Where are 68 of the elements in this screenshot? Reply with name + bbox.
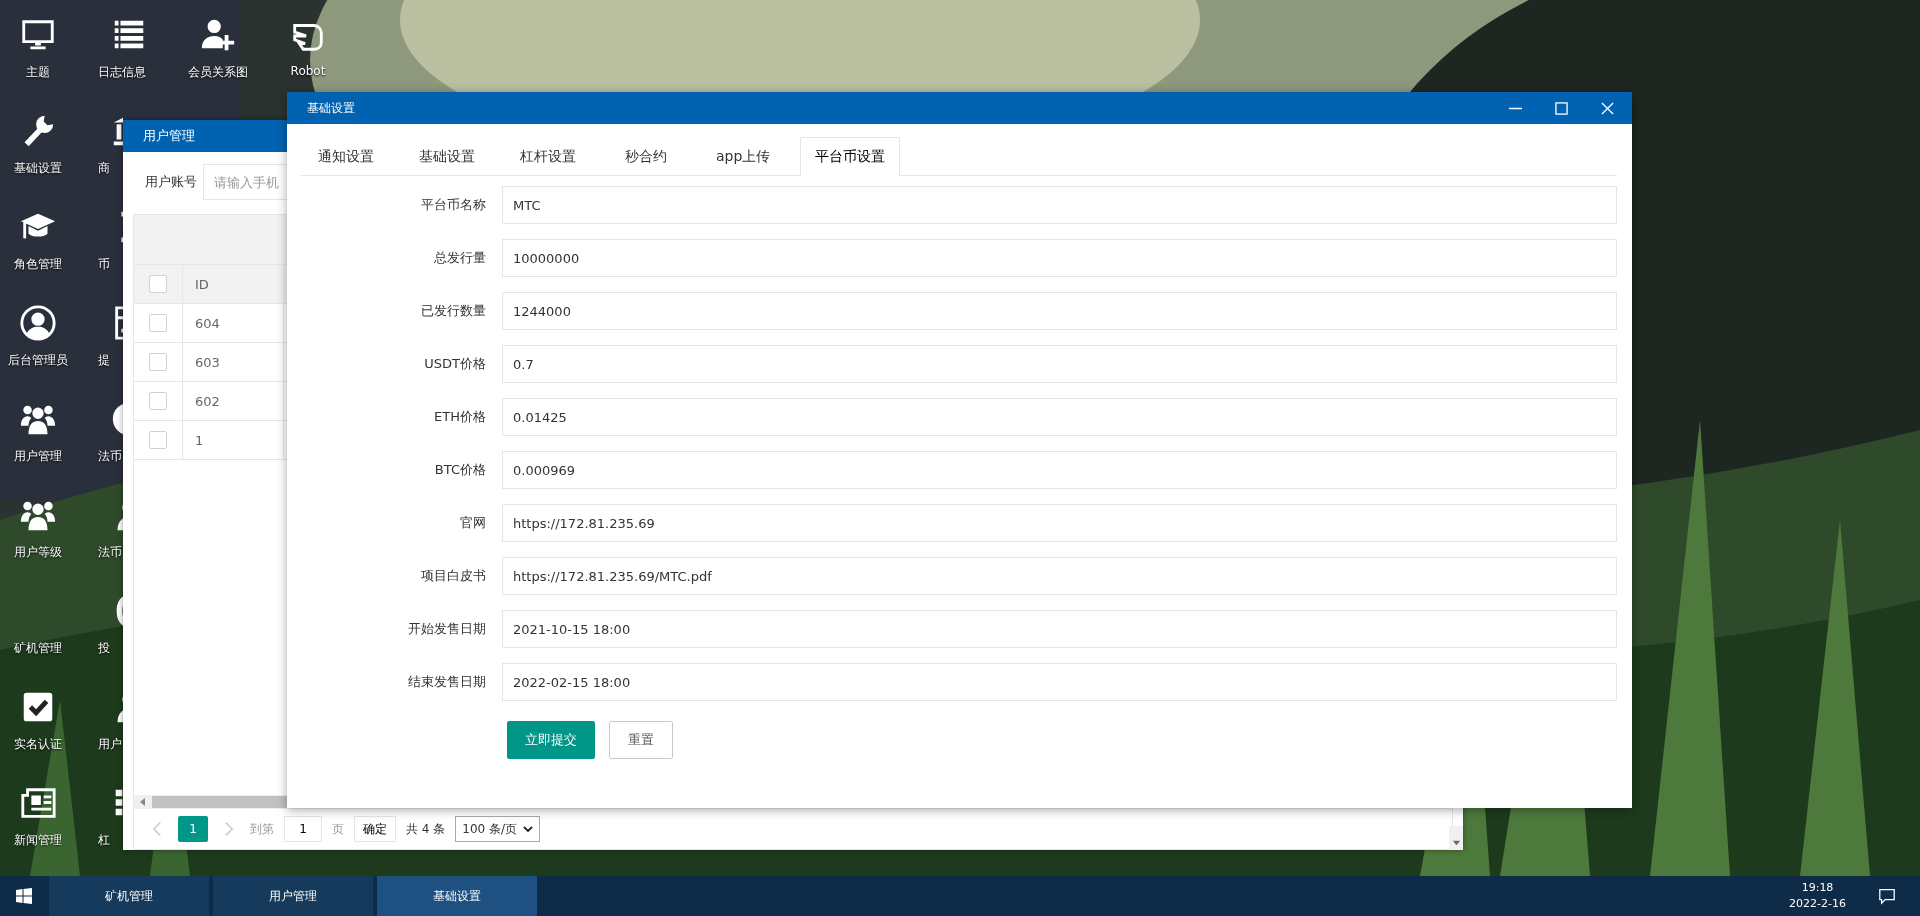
desktop-icon-label[interactable]: 主题 [26, 64, 50, 81]
taskbar-button[interactable]: 用户管理 [213, 876, 373, 916]
input-field[interactable]: MTC [502, 186, 1617, 224]
desktop-icon-label[interactable]: 新闻管理 [14, 832, 62, 849]
clock-time: 19:18 [1801, 880, 1834, 896]
tab[interactable]: 通知设置 [303, 137, 389, 175]
taskbar-button[interactable]: 基础设置 [377, 876, 537, 916]
input-field[interactable]: 2022-02-15 18:00 [502, 663, 1617, 701]
tab[interactable]: 基础设置 [404, 137, 490, 175]
input-field[interactable]: 0.000969 [502, 451, 1617, 489]
desktop-icon-label[interactable]: 提 [98, 352, 110, 369]
input-field[interactable]: 10000000 [502, 239, 1617, 277]
clock-date: 2022-2-16 [1789, 896, 1846, 912]
input-field[interactable]: https://172.81.235.69 [502, 504, 1617, 542]
total-count: 共 4 条 [406, 820, 446, 838]
tab[interactable]: 杠杆设置 [505, 137, 591, 175]
page-field[interactable]: 1 [284, 816, 322, 842]
desktop-icon-label[interactable]: 杠 [98, 832, 110, 849]
field-label: 结束发售日期 [407, 673, 487, 691]
reset-button[interactable]: 重置 [609, 721, 673, 759]
desktop-icon-label[interactable]: 用户管理 [14, 448, 62, 465]
submit-button[interactable]: 立即提交 [507, 721, 595, 759]
field-label: 总发行量 [433, 249, 487, 267]
field-label: BTC价格 [433, 461, 487, 479]
field-label: 项目白皮书 [420, 567, 487, 585]
desktop-icon-label[interactable]: 法币 [98, 448, 122, 465]
tab[interactable]: 平台币设置 [800, 137, 901, 176]
desktop-icon-label[interactable]: 投 [98, 640, 110, 657]
page-size-select[interactable]: 100 条/页 [455, 816, 541, 842]
page-unit: 页 [332, 820, 344, 838]
confirm-button[interactable]: 确定 [354, 816, 396, 842]
dialog-title: 基础设置 [307, 99, 356, 117]
page-button[interactable]: 1 [178, 816, 208, 842]
tab[interactable]: 秒合约 [606, 137, 686, 175]
field-label: 用户账号 [145, 173, 198, 191]
table-cell: 603 [183, 343, 284, 381]
desktop-icon-label[interactable]: 商 [98, 160, 110, 177]
desktop-icon-label[interactable]: 角色管理 [14, 256, 62, 273]
desktop-icon-label[interactable]: 用户 [98, 736, 122, 753]
desktop-icon-label[interactable]: 用户等级 [14, 544, 62, 561]
desktop-icon-label[interactable]: 实名认证 [14, 736, 62, 753]
desktop-icon-label[interactable]: 会员关系图 [188, 64, 248, 81]
tab[interactable]: app上传 [701, 137, 786, 175]
field-label: 平台币名称 [420, 196, 487, 214]
desktop-icon-label[interactable]: 矿机管理 [14, 640, 62, 657]
input-field[interactable]: 0.01425 [502, 398, 1617, 436]
desktop-icon-label[interactable]: 币 [98, 256, 110, 273]
field-label: 开始发售日期 [407, 620, 487, 638]
input-field[interactable]: 2021-10-15 18:00 [502, 610, 1617, 648]
input-field[interactable]: 0.7 [502, 345, 1617, 383]
column-header: ID [183, 265, 284, 303]
field-label: 已发行数量 [420, 302, 487, 320]
desktop-icon-label[interactable]: 日志信息 [98, 64, 146, 81]
field-label: USDT价格 [423, 355, 487, 373]
taskbar-button[interactable]: 矿机管理 [49, 876, 209, 916]
window-title: 用户管理 [143, 127, 195, 145]
desktop-icon-label[interactable]: 基础设置 [14, 160, 62, 177]
field-label: 官网 [459, 514, 487, 532]
goto-label: 到第 [250, 820, 274, 838]
desktop-icon-label[interactable]: Robot [290, 64, 326, 78]
table-cell: 604 [183, 304, 284, 342]
desktop-icon-label[interactable]: 后台管理员 [8, 352, 68, 369]
field-label: ETH价格 [433, 408, 487, 426]
table-cell: 1 [183, 421, 284, 459]
input-field[interactable]: 1244000 [502, 292, 1617, 330]
table-cell: 602 [183, 382, 284, 420]
desktop-icon-label[interactable]: 法币 [98, 544, 122, 561]
input-field[interactable]: https://172.81.235.69/MTC.pdf [502, 557, 1617, 595]
